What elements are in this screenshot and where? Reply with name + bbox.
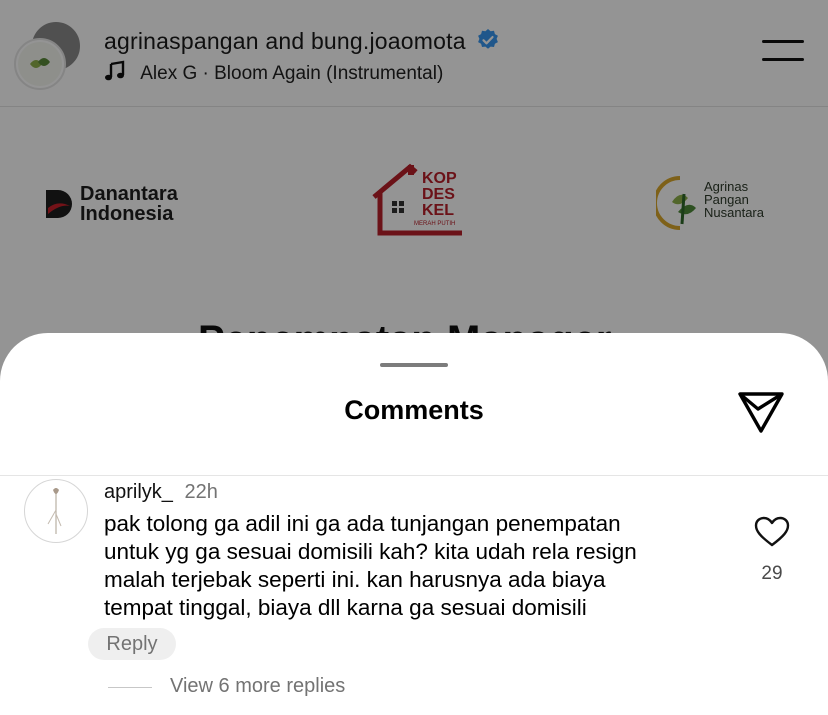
view-replies-button[interactable]: View 6 more replies bbox=[170, 675, 345, 698]
sheet-divider bbox=[0, 475, 828, 476]
comments-sheet: Comments aprilyk_ 22h pak tolong ga adil… bbox=[0, 333, 828, 715]
share-send-icon[interactable] bbox=[736, 389, 786, 435]
drag-handle[interactable] bbox=[380, 363, 448, 367]
commenter-username[interactable]: aprilyk_ bbox=[104, 481, 173, 503]
heart-icon[interactable] bbox=[754, 516, 790, 548]
like-count: 29 bbox=[761, 563, 783, 584]
comment-timestamp: 22h bbox=[184, 481, 218, 503]
replies-divider bbox=[108, 687, 152, 688]
commenter-avatar[interactable] bbox=[24, 479, 88, 543]
sheet-title: Comments bbox=[344, 395, 484, 425]
comment-header: aprilyk_ 22h bbox=[104, 481, 218, 504]
comment-line: tempat tinggal, biaya dll karna ga sesua… bbox=[104, 595, 587, 620]
comment-line: pak tolong ga adil ini ga ada tunjangan … bbox=[104, 511, 621, 536]
comment-line: untuk yg ga sesuai domisili kah? kita ud… bbox=[104, 539, 637, 564]
comment-line: malah terjebak seperti ini. kan harusnya… bbox=[104, 567, 606, 592]
comment-text: pak tolong ga adil ini ga ada tunjangan … bbox=[104, 510, 724, 622]
reply-button[interactable]: Reply bbox=[88, 628, 176, 660]
